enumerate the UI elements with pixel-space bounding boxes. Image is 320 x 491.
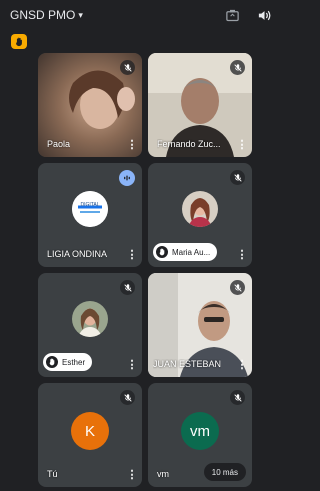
participant-tile[interactable]: Paola ⋮ [38, 53, 142, 157]
participant-tile[interactable]: vm vm 10 más [148, 383, 252, 487]
mic-off-icon [120, 60, 135, 75]
more-options-icon[interactable]: ⋮ [127, 247, 138, 261]
participant-tile[interactable]: DIGITAL LIGIA ONDINA ⋮ [38, 163, 142, 267]
participant-name: LIGIA ONDINA [47, 249, 108, 259]
camera-switch-icon[interactable] [223, 6, 241, 24]
more-options-icon[interactable]: ⋮ [127, 137, 138, 151]
participant-name: Paola [47, 139, 71, 149]
raised-hand-icon [46, 356, 58, 368]
more-options-icon[interactable]: ⋮ [127, 357, 138, 371]
raised-hand-badge[interactable] [11, 34, 27, 49]
participant-name: vm [157, 469, 169, 479]
raised-hand-icon [16, 37, 22, 46]
top-bar: GNSD PMO ▾ [0, 0, 283, 30]
more-options-icon[interactable]: ⋮ [127, 467, 138, 481]
avatar [182, 191, 218, 227]
mic-off-icon [120, 390, 135, 405]
more-options-icon[interactable]: ⋮ [237, 357, 248, 371]
mic-off-icon [230, 170, 245, 185]
chevron-down-icon: ▾ [78, 9, 83, 20]
more-participants-button[interactable]: 10 más [203, 463, 246, 481]
participant-name: Fernando Zuc... [157, 139, 221, 149]
meeting-title: GNSD PMO [10, 8, 76, 22]
raised-hand-chip[interactable]: Esther [43, 353, 93, 371]
more-options-icon[interactable]: ⋮ [237, 137, 248, 151]
company-logo-icon: DIGITAL [72, 191, 108, 227]
participant-tile[interactable]: JUAN ESTEBAN ⋮ [148, 273, 252, 377]
avatar: vm [181, 412, 219, 450]
participant-tile[interactable]: Maria Au... ⋮ [148, 163, 252, 267]
speaker-icon[interactable] [255, 6, 273, 24]
speaking-indicator-icon [119, 170, 135, 186]
raised-hand-chip[interactable]: Maria Au... [153, 243, 218, 261]
avatar: DIGITAL [72, 191, 108, 227]
participant-tile[interactable]: K Tú ⋮ [38, 383, 142, 487]
svg-text:DIGITAL: DIGITAL [80, 202, 99, 208]
participant-name: JUAN ESTEBAN [153, 359, 222, 369]
participant-tile[interactable]: Esther ⋮ [38, 273, 142, 377]
mic-off-icon [120, 280, 135, 295]
avatar [72, 301, 108, 337]
mic-off-icon [230, 280, 245, 295]
participant-name: Esther [62, 357, 86, 367]
participant-name: Tú [47, 469, 58, 479]
mic-off-icon [230, 60, 245, 75]
participant-tile[interactable]: Fernando Zuc... ⋮ [148, 53, 252, 157]
meeting-title-button[interactable]: GNSD PMO ▾ [10, 8, 83, 22]
participant-name: Maria Au... [172, 247, 211, 257]
more-options-icon[interactable]: ⋮ [237, 247, 248, 261]
raised-hand-icon [156, 246, 168, 258]
avatar: K [71, 412, 109, 450]
mic-off-icon [230, 390, 245, 405]
